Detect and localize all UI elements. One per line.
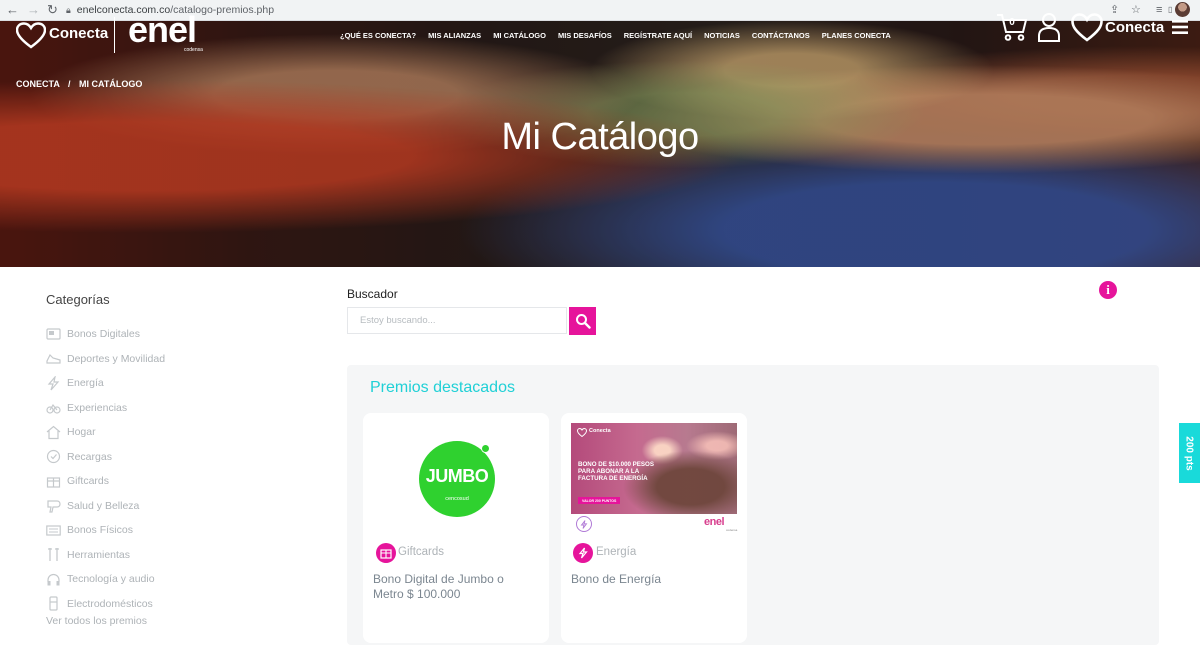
search-icon xyxy=(575,314,591,329)
cart-count: 0 xyxy=(1009,17,1015,28)
category-tecnologia-audio[interactable]: Tecnología y audio xyxy=(46,567,165,592)
category-electrodomesticos[interactable]: Electrodomésticos xyxy=(46,592,165,617)
jumbo-logo-text: JUMBO xyxy=(425,466,489,486)
category-herramientas[interactable]: Herramientas xyxy=(46,543,165,568)
points-balance-tab[interactable]: 200 pts xyxy=(1179,423,1200,483)
nav-noticias[interactable]: NOTICIAS xyxy=(704,31,740,40)
categories-list: Bonos Digitales Deportes y Movilidad Ene… xyxy=(46,322,165,616)
prize-title[interactable]: Bono de Energía xyxy=(571,572,721,587)
address-bar[interactable]: 🔒︎ enelconecta.com.co/catalogo-premios.ph… xyxy=(66,2,1096,18)
phone-recharge-icon xyxy=(46,449,61,464)
enel-logo[interactable]: enel xyxy=(128,9,197,51)
points-balance-label: 200 pts xyxy=(1184,435,1195,471)
enel-small-logo: enel xyxy=(704,516,725,528)
giftcard-category-icon xyxy=(376,543,396,563)
hamburger-menu-icon[interactable] xyxy=(1172,20,1188,34)
search-label: Buscador xyxy=(347,287,398,301)
keyboard-icon xyxy=(46,523,61,538)
nav-planes-conecta[interactable]: PLANES CONECTA xyxy=(822,31,891,40)
featured-prizes-title: Premios destacados xyxy=(370,379,515,396)
see-all-prizes-link[interactable]: Ver todos los premios xyxy=(46,615,147,627)
conecta-header-text[interactable]: Conecta xyxy=(1105,19,1164,36)
appliance-icon xyxy=(46,596,61,611)
sports-shoe-icon xyxy=(46,351,61,366)
category-bonos-fisicos[interactable]: Bonos Físicos xyxy=(46,518,165,543)
banner-heart-icon xyxy=(577,428,587,437)
banner-text: BONO DE $10.000 PESOS PARA ABONAR A LA F… xyxy=(578,461,655,482)
banner-points-pill: VALOR 200 PUNTOS xyxy=(578,497,621,504)
breadcrumb-separator: / xyxy=(68,79,71,89)
share-icon[interactable]: ⇪ xyxy=(1110,3,1119,17)
nav-contactanos[interactable]: CONTÁCTANOS xyxy=(752,31,810,40)
breadcrumb-current: MI CATÁLOGO xyxy=(79,79,143,89)
giftcard-icon xyxy=(46,474,61,489)
lightning-icon xyxy=(46,375,61,391)
nav-mis-alianzas[interactable]: MIS ALIANZAS xyxy=(428,31,481,40)
conecta-heart-logo-icon[interactable] xyxy=(16,22,46,49)
jumbo-logo-subtext: cencosud xyxy=(445,496,469,502)
user-icon[interactable] xyxy=(1037,12,1061,42)
headphones-icon xyxy=(46,572,61,587)
search-input[interactable] xyxy=(347,307,567,334)
profile-avatar[interactable] xyxy=(1175,2,1190,17)
banner-brand: Conecta xyxy=(589,428,611,434)
category-experiencias[interactable]: Experiencias xyxy=(46,396,165,421)
bicycle-icon xyxy=(46,400,61,415)
category-deportes-movilidad[interactable]: Deportes y Movilidad xyxy=(46,347,165,372)
nav-que-es-conecta[interactable]: ¿QUÉ ES CONECTA? xyxy=(340,31,416,40)
hair-dryer-icon xyxy=(46,498,61,513)
nav-mis-desafios[interactable]: MIS DESAFÍOS xyxy=(558,31,612,40)
breadcrumb-root[interactable]: CONECTA xyxy=(16,79,60,89)
conecta-logo-text[interactable]: Conecta xyxy=(49,25,108,42)
breadcrumb: CONECTA / MI CATÁLOGO xyxy=(16,79,142,89)
categories-title: Categorías xyxy=(46,292,110,307)
category-recargas[interactable]: Recargas xyxy=(46,445,165,470)
sidebar-toggle-icon[interactable]: ▯ xyxy=(1168,3,1172,17)
category-salud-belleza[interactable]: Salud y Belleza xyxy=(46,494,165,519)
conecta-heart-icon[interactable] xyxy=(1071,13,1103,42)
category-energia[interactable]: Energía xyxy=(46,371,165,396)
nav-registrate-aqui[interactable]: REGÍSTRATE AQUÍ xyxy=(624,31,692,40)
reload-icon[interactable]: ↻ xyxy=(47,2,58,18)
energy-brand-icon xyxy=(576,516,592,532)
category-bonos-digitales[interactable]: Bonos Digitales xyxy=(46,322,165,347)
forward-arrow-icon[interactable]: → xyxy=(27,2,40,18)
prize-title[interactable]: Bono Digital de Jumbo o Metro $ 100.000 xyxy=(373,572,523,602)
prize-category-label: Giftcards xyxy=(398,546,445,558)
energy-category-icon xyxy=(573,543,593,563)
jumbo-logo-dot xyxy=(481,444,490,453)
back-arrow-icon[interactable]: ← xyxy=(6,2,19,18)
home-icon xyxy=(46,425,61,440)
tools-icon xyxy=(46,547,61,562)
category-hogar[interactable]: Hogar xyxy=(46,420,165,445)
category-giftcards[interactable]: Giftcards xyxy=(46,469,165,494)
reading-list-icon[interactable]: ≡ xyxy=(1156,3,1162,17)
prize-category-label: Energía xyxy=(596,546,637,558)
lock-icon: 🔒︎ xyxy=(66,5,71,15)
nav-mi-catalogo[interactable]: MI CATÁLOGO xyxy=(493,31,546,40)
codensa-small-text: codensa xyxy=(726,528,738,532)
search-button[interactable] xyxy=(569,307,596,335)
digital-voucher-icon xyxy=(46,327,61,342)
logo-divider xyxy=(114,17,115,53)
page-title: Mi Catálogo xyxy=(501,116,699,158)
info-icon[interactable]: i xyxy=(1099,281,1117,299)
bookmark-star-icon[interactable]: ☆ xyxy=(1131,3,1141,17)
codensa-logo-text: codensa xyxy=(184,47,203,53)
main-nav: ¿QUÉ ES CONECTA? MIS ALIANZAS MI CATÁLOG… xyxy=(340,31,891,40)
